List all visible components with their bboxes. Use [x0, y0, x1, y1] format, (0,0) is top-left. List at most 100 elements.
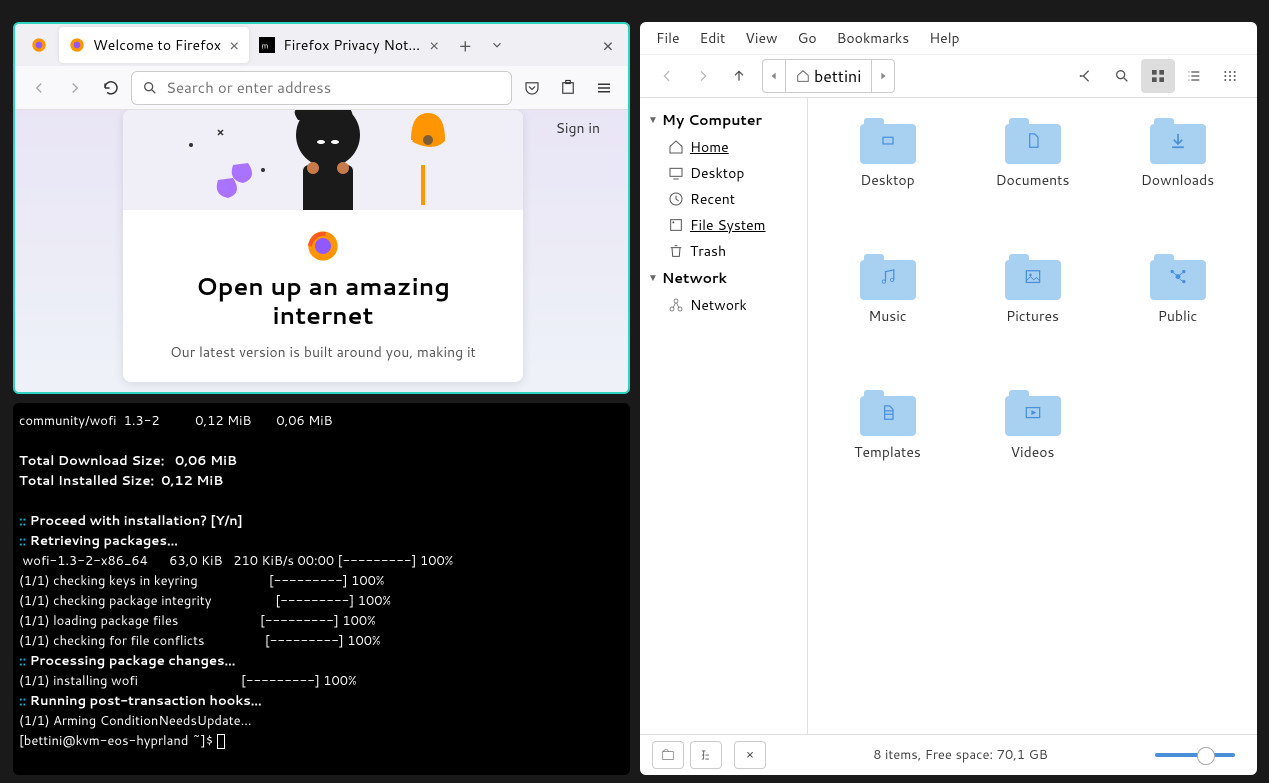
template-badge-icon: [878, 403, 898, 423]
search-button[interactable]: [1105, 59, 1139, 93]
sidebar-item-network[interactable]: Network: [640, 292, 807, 318]
tab-welcome[interactable]: Welcome to Firefox ×: [59, 27, 249, 63]
menu-file[interactable]: File: [656, 28, 680, 48]
folder-desktop[interactable]: Desktop: [818, 118, 957, 248]
sidebar-item-recent[interactable]: Recent: [640, 186, 807, 212]
folder-downloads[interactable]: Downloads: [1108, 118, 1247, 248]
tab-title: Firefox Privacy Notice —: [283, 35, 421, 55]
icon-view-button[interactable]: [1141, 59, 1175, 93]
path-segment-home[interactable]: bettini: [786, 60, 872, 92]
sidebar-item-label: Recent: [690, 189, 735, 209]
toggle-location-button[interactable]: [1069, 59, 1103, 93]
tab-close-icon[interactable]: ×: [429, 34, 439, 57]
triangle-down-icon: ▼: [648, 113, 658, 127]
folder-icon: [860, 390, 916, 436]
folder-icon: [860, 118, 916, 164]
app-menu-button[interactable]: [588, 72, 620, 104]
firefox-icon: [69, 37, 85, 53]
pocket-button[interactable]: [516, 72, 548, 104]
terminal-output: community/wofi 1.3-2 0,12 MiB 0,06 MiB T…: [19, 411, 624, 751]
desktop-badge-icon: [878, 131, 898, 151]
back-button[interactable]: [23, 72, 55, 104]
tab-privacy[interactable]: m Firefox Privacy Notice — ×: [249, 27, 449, 63]
extensions-button[interactable]: [552, 72, 584, 104]
folder-icon: [1005, 390, 1061, 436]
menu-edit[interactable]: Edit: [700, 28, 726, 48]
menu-go[interactable]: Go: [798, 28, 817, 48]
url-input[interactable]: [166, 77, 501, 98]
desktop-icon: [668, 165, 684, 181]
folder-music[interactable]: Music: [818, 254, 957, 384]
folder-documents[interactable]: Documents: [963, 118, 1102, 248]
download-badge-icon: [1168, 131, 1188, 151]
firefox-logo-tab[interactable]: [21, 27, 57, 63]
menu-view[interactable]: View: [745, 28, 777, 48]
status-text: 8 items, Free space: 70,1 GB: [766, 746, 1155, 764]
tab-close-icon[interactable]: ×: [229, 34, 239, 57]
close-sidebar-button[interactable]: ×: [734, 741, 766, 769]
chevron-right-icon: [695, 68, 711, 84]
video-badge-icon: [1023, 403, 1043, 423]
nav-back-button[interactable]: [650, 59, 684, 93]
sidebar: ▼ My Computer HomeDesktop Recent File Syste…: [640, 98, 808, 734]
hamburger-icon: [595, 79, 613, 97]
path-user-label: bettini: [814, 65, 861, 88]
grid-icon: [1150, 68, 1166, 84]
folder-label: Downloads: [1141, 170, 1214, 190]
folder-label: Documents: [996, 170, 1070, 190]
forward-button[interactable]: [59, 72, 91, 104]
doc-badge-icon: [1023, 131, 1043, 151]
folder-icon: [1150, 118, 1206, 164]
sidebar-item-file-system[interactable]: File System: [640, 212, 807, 238]
file-manager-window: File Edit View Go Bookmarks Help bettini…: [640, 22, 1257, 775]
pic-badge-icon: [1023, 267, 1043, 287]
page-content: Sign in: [15, 110, 628, 392]
nav-toolbar: [15, 66, 628, 110]
pocket-icon: [523, 79, 541, 97]
window-close-button[interactable]: ×: [592, 29, 624, 61]
path-next-button[interactable]: [872, 60, 894, 92]
nav-forward-button[interactable]: [686, 59, 720, 93]
sidebar-section-computer[interactable]: ▼ My Computer: [640, 106, 807, 134]
compact-view-button[interactable]: [1213, 59, 1247, 93]
folder-pictures[interactable]: Pictures: [963, 254, 1102, 384]
tab-list-button[interactable]: [481, 29, 513, 61]
extensions-icon: [559, 79, 577, 97]
sidebar-heading-label: My Computer: [662, 110, 762, 130]
path-prev-button[interactable]: [763, 60, 786, 92]
folder-grid[interactable]: Desktop Documents Downloads MusicPictures Pu…: [808, 98, 1257, 734]
menu-help[interactable]: Help: [929, 28, 959, 48]
sidebar-item-desktop[interactable]: Desktop: [640, 160, 807, 186]
folder-videos[interactable]: Videos: [963, 390, 1102, 520]
welcome-subtext: Our latest version is built around you, …: [123, 342, 523, 362]
nav-up-button[interactable]: [722, 59, 756, 93]
list-view-button[interactable]: [1177, 59, 1211, 93]
places-button[interactable]: [652, 741, 684, 769]
folder-icon: [1005, 254, 1061, 300]
svg-text:m: m: [262, 39, 269, 51]
folder-icon: [860, 254, 916, 300]
arrow-up-icon: [731, 68, 747, 84]
recent-icon: [668, 191, 684, 207]
sidebar-item-trash[interactable]: Trash: [640, 238, 807, 264]
new-tab-button[interactable]: +: [449, 29, 481, 61]
tree-button[interactable]: [690, 741, 722, 769]
terminal-window[interactable]: community/wofi 1.3-2 0,12 MiB 0,06 MiB T…: [13, 403, 630, 775]
sidebar-section-network[interactable]: ▼Network: [640, 264, 807, 292]
firefox-logo-icon: [307, 230, 339, 262]
folder-templates[interactable]: Templates: [818, 390, 957, 520]
home-icon: [796, 69, 810, 83]
menu-bookmarks[interactable]: Bookmarks: [837, 28, 910, 48]
folder-public[interactable]: Public: [1108, 254, 1247, 384]
chevron-left-icon: [659, 68, 675, 84]
list-icon: [1186, 68, 1202, 84]
sidebar-item-home[interactable]: Home: [640, 134, 807, 160]
triangle-left-icon: [769, 71, 779, 81]
reload-button[interactable]: [95, 72, 127, 104]
search-icon: [1114, 68, 1130, 84]
status-bar: × 8 items, Free space: 70,1 GB: [640, 734, 1257, 775]
signin-link[interactable]: Sign in: [556, 118, 600, 138]
url-bar[interactable]: [131, 71, 512, 105]
folder-label: Public: [1158, 306, 1198, 326]
zoom-slider[interactable]: [1155, 753, 1235, 757]
